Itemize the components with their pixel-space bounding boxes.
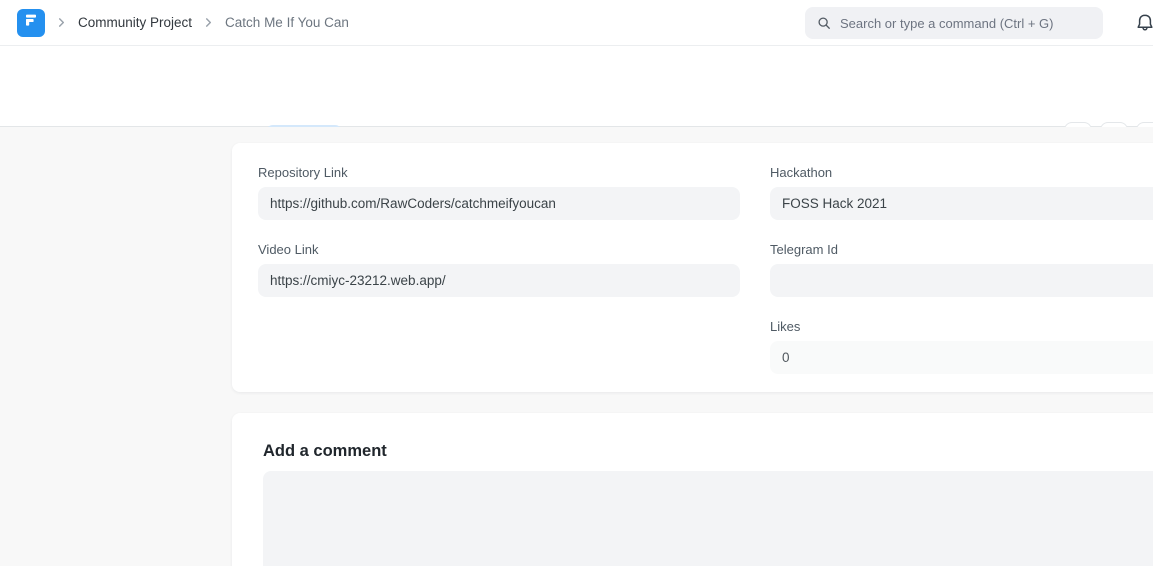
hackathon-input[interactable]	[770, 187, 1153, 220]
chevron-right-icon	[57, 18, 66, 27]
form-section-card: Repository Link Video Link Hackathon Tel…	[232, 143, 1153, 392]
top-navbar: Community Project Catch Me If You Can	[0, 0, 1153, 46]
search-icon	[817, 16, 831, 30]
global-search[interactable]	[805, 7, 1103, 39]
search-input[interactable]	[840, 16, 1091, 31]
field-hackathon: Hackathon	[770, 165, 1153, 220]
breadcrumb-community-project[interactable]: Community Project	[78, 15, 192, 30]
form-column-right: Hackathon Telegram Id Likes	[770, 165, 1153, 396]
hackathon-label: Hackathon	[770, 165, 1153, 181]
breadcrumb-current-doc: Catch Me If You Can	[225, 15, 349, 30]
comment-heading: Add a comment	[263, 442, 1153, 460]
form-layout: Repository Link Video Link Hackathon Tel…	[0, 127, 1153, 566]
field-telegram-id: Telegram Id	[770, 242, 1153, 297]
repository-link-label: Repository Link	[258, 165, 740, 181]
telegram-id-input[interactable]	[770, 264, 1153, 297]
field-repository-link: Repository Link	[258, 165, 740, 220]
notifications-bell-icon[interactable]	[1135, 12, 1153, 34]
field-likes: Likes	[770, 319, 1153, 374]
chevron-right-icon	[204, 18, 213, 27]
comment-section-card: Add a comment	[232, 413, 1153, 566]
video-link-label: Video Link	[258, 242, 740, 258]
breadcrumb: Community Project Catch Me If You Can	[0, 9, 349, 37]
page-header: Catch Me If You Can Enabled	[0, 46, 1153, 127]
form-column-left: Repository Link Video Link	[258, 165, 740, 396]
frappe-logo[interactable]	[17, 9, 45, 37]
telegram-id-label: Telegram Id	[770, 242, 1153, 258]
frappe-f-icon	[23, 12, 39, 33]
likes-label: Likes	[770, 319, 1153, 335]
field-video-link: Video Link	[258, 242, 740, 297]
comment-input[interactable]	[263, 471, 1153, 566]
likes-input	[770, 341, 1153, 374]
repository-link-input[interactable]	[258, 187, 740, 220]
video-link-input[interactable]	[258, 264, 740, 297]
app-window: Community Project Catch Me If You Can	[0, 0, 1153, 566]
